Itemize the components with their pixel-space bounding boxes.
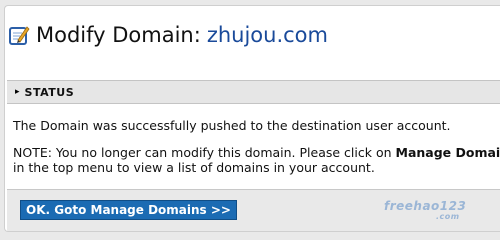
note-text-line2: in the top menu to view a list of domain… — [13, 160, 375, 175]
status-label: STATUS — [24, 85, 75, 99]
domain-name: zhujou.com — [206, 23, 328, 47]
watermark-text: freehao123 — [384, 199, 467, 213]
edit-note-icon — [9, 26, 30, 45]
watermark-logo: freehao123 .com — [384, 199, 467, 221]
note-text: NOTE: You no longer can modify this doma… — [13, 145, 396, 160]
success-message: The Domain was successfully pushed to th… — [13, 118, 451, 133]
page-title-text: Modify Domain: — [36, 23, 201, 47]
modify-domain-panel: Modify Domain: zhujou.com ▸ STATUS The D… — [4, 5, 500, 232]
goto-manage-domains-button[interactable]: OK. Goto Manage Domains >> — [20, 200, 237, 220]
status-section-header: ▸ STATUS — [7, 80, 500, 104]
manage-domain-reference: Manage Domain — [395, 145, 500, 160]
note-message: NOTE: You no longer can modify this doma… — [13, 145, 500, 175]
watermark-suffix: .com — [436, 212, 460, 221]
page-title: Modify Domain: zhujou.com — [8, 20, 328, 50]
expand-arrow-icon: ▸ — [15, 87, 20, 97]
